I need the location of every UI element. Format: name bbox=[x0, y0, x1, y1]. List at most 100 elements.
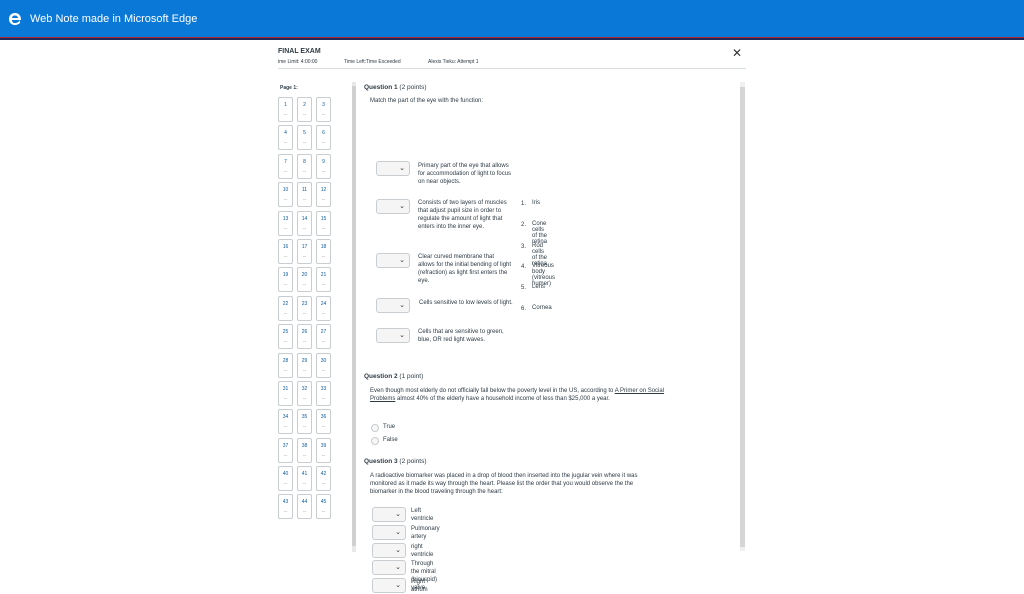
question-nav-button[interactable]: 22 -- bbox=[278, 295, 293, 321]
option-number: 1. bbox=[521, 201, 527, 207]
question-nav-number: 45 bbox=[320, 499, 327, 506]
close-icon[interactable]: ✕ bbox=[732, 47, 742, 59]
question-2-prompt-text: Even though most elderly do not official… bbox=[370, 388, 614, 394]
attempt-info: Alexis Tieku: Attempt 1 bbox=[428, 59, 479, 65]
question-nav-button[interactable]: 42 -- bbox=[316, 466, 331, 492]
radio-true[interactable] bbox=[371, 424, 379, 432]
chevron-down-icon: ⌄ bbox=[399, 332, 405, 339]
question-nav-number: 37 bbox=[282, 442, 289, 449]
navigator-scrollbar-thumb[interactable] bbox=[352, 86, 356, 546]
match-select-1[interactable]: ⌄ bbox=[376, 161, 410, 176]
question-nav-button[interactable]: 17 -- bbox=[297, 238, 312, 264]
question-nav-button[interactable]: 41 -- bbox=[297, 466, 312, 492]
question-nav-answer-placeholder: -- bbox=[302, 509, 307, 516]
question-nav-answer-placeholder: -- bbox=[283, 282, 288, 289]
match-select-5[interactable]: ⌄ bbox=[376, 328, 410, 343]
question-nav-button[interactable]: 10 -- bbox=[278, 182, 293, 208]
question-nav-number: 8 bbox=[303, 158, 306, 165]
question-nav-button[interactable]: 33 -- bbox=[316, 380, 331, 406]
question-nav-button[interactable]: 37 -- bbox=[278, 437, 293, 463]
question-scrollbar[interactable] bbox=[740, 82, 745, 551]
question-nav-button[interactable]: 27 -- bbox=[316, 324, 331, 350]
order-item: Right atrium bbox=[411, 579, 428, 593]
question-nav-button[interactable]: 14 -- bbox=[297, 210, 312, 236]
match-select-2[interactable]: ⌄ bbox=[376, 199, 410, 214]
question-nav-number: 11 bbox=[301, 187, 308, 194]
question-nav-button[interactable]: 20 -- bbox=[297, 267, 312, 293]
order-select-4[interactable]: ⌄ bbox=[372, 560, 406, 575]
question-nav-button[interactable]: 28 -- bbox=[278, 352, 293, 378]
question-nav-number: 10 bbox=[282, 187, 289, 194]
navigator-scrollbar[interactable] bbox=[352, 82, 356, 552]
question-nav-button[interactable]: 34 -- bbox=[278, 409, 293, 435]
question-nav-number: 40 bbox=[282, 471, 289, 478]
time-limit: ime Limit: 4:00:00 bbox=[278, 59, 318, 65]
question-nav-button[interactable]: 15 -- bbox=[316, 210, 331, 236]
question-nav-button[interactable]: 30 -- bbox=[316, 352, 331, 378]
chevron-down-icon: ⌄ bbox=[395, 529, 401, 536]
match-item-5: Cells that are sensitive to green, blue,… bbox=[418, 329, 504, 343]
question-nav-button[interactable]: 23 -- bbox=[297, 295, 312, 321]
order-select-1[interactable]: ⌄ bbox=[372, 507, 406, 522]
question-nav-button[interactable]: 21 -- bbox=[316, 267, 331, 293]
question-nav-button[interactable]: 4 -- bbox=[278, 125, 293, 151]
question-nav-button[interactable]: 38 -- bbox=[297, 437, 312, 463]
question-nav-number: 38 bbox=[301, 442, 308, 449]
question-nav-button[interactable]: 2 -- bbox=[297, 97, 312, 122]
radio-false[interactable] bbox=[371, 437, 379, 445]
question-nav-button[interactable]: 16 -- bbox=[278, 238, 293, 264]
question-nav-number: 30 bbox=[320, 357, 327, 364]
question-nav-button[interactable]: 40 -- bbox=[278, 466, 293, 492]
question-nav-button[interactable]: 39 -- bbox=[316, 437, 331, 463]
question-nav-number: 43 bbox=[282, 499, 289, 506]
question-nav-button[interactable]: 43 -- bbox=[278, 494, 293, 520]
question-3-heading: Question 3 (2 points) bbox=[364, 458, 427, 465]
question-nav-button[interactable]: 32 -- bbox=[297, 380, 312, 406]
question-nav-button[interactable]: 7 -- bbox=[278, 153, 293, 179]
question-nav-button[interactable]: 35 -- bbox=[297, 409, 312, 435]
question-nav-button[interactable]: 24 -- bbox=[316, 295, 331, 321]
question-nav-number: 31 bbox=[282, 385, 289, 392]
browser-title: Web Note made in Microsoft Edge bbox=[30, 12, 198, 25]
question-2-prompt: Even though most elderly do not official… bbox=[370, 387, 666, 403]
option-number: 6. bbox=[521, 306, 527, 312]
question-nav-button[interactable]: 31 -- bbox=[278, 380, 293, 406]
question-nav-button[interactable]: 18 -- bbox=[316, 238, 331, 264]
question-nav-button[interactable]: 29 -- bbox=[297, 352, 312, 378]
match-item-3: Clear curved membrane that allows for th… bbox=[418, 254, 512, 284]
question-nav-answer-placeholder: -- bbox=[321, 140, 326, 147]
question-2-prompt-text: almost 40% of the elderly have a househo… bbox=[397, 396, 567, 402]
exam-sheet: FINAL EXAM ime Limit: 4:00:00 Time Left:… bbox=[268, 40, 758, 593]
option-label: Cone cells of the retina bbox=[532, 221, 548, 245]
question-nav-button[interactable]: 11 -- bbox=[297, 182, 312, 208]
question-nav-number: 5 bbox=[303, 130, 306, 137]
question-scrollbar-thumb[interactable] bbox=[740, 87, 745, 547]
question-nav-answer-placeholder: -- bbox=[302, 112, 307, 118]
question-nav-button[interactable]: 5 -- bbox=[297, 125, 312, 151]
question-nav-number: 12 bbox=[320, 187, 327, 194]
question-nav-number: 14 bbox=[301, 215, 308, 222]
question-nav-number: 21 bbox=[320, 272, 327, 279]
question-nav-button[interactable]: 3 -- bbox=[316, 97, 331, 122]
question-nav-button[interactable]: 36 -- bbox=[316, 409, 331, 435]
question-nav-button[interactable]: 9 -- bbox=[316, 153, 331, 179]
question-nav-button[interactable]: 25 -- bbox=[278, 324, 293, 350]
question-nav-button[interactable]: 19 -- bbox=[278, 267, 293, 293]
order-select-5[interactable]: ⌄ bbox=[372, 578, 406, 593]
question-nav-button[interactable]: 8 -- bbox=[297, 153, 312, 179]
match-select-4[interactable]: ⌄ bbox=[376, 298, 410, 313]
match-select-3[interactable]: ⌄ bbox=[376, 253, 410, 268]
question-2-title: Question 2 bbox=[364, 373, 398, 380]
question-nav-number: 15 bbox=[320, 215, 327, 222]
question-nav-number: 18 bbox=[320, 243, 327, 250]
question-nav-number: 28 bbox=[282, 357, 289, 364]
question-nav-button[interactable]: 26 -- bbox=[297, 324, 312, 350]
order-select-2[interactable]: ⌄ bbox=[372, 525, 406, 540]
question-nav-button[interactable]: 44 -- bbox=[297, 494, 312, 520]
question-nav-button[interactable]: 45 -- bbox=[316, 494, 331, 520]
question-nav-button[interactable]: 6 -- bbox=[316, 125, 331, 151]
question-nav-answer-placeholder: -- bbox=[321, 509, 326, 516]
question-nav-button[interactable]: 1 -- bbox=[278, 97, 293, 122]
question-nav-button[interactable]: 13 -- bbox=[278, 210, 293, 236]
question-nav-button[interactable]: 12 -- bbox=[316, 182, 331, 208]
